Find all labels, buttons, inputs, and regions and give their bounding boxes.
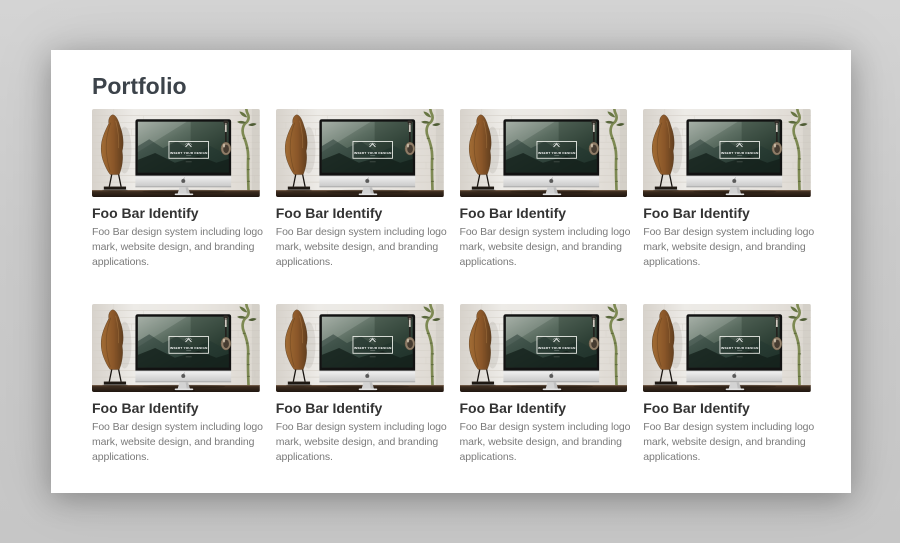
portfolio-item-title[interactable]: Foo Bar Identify xyxy=(276,205,444,222)
portfolio-grid: Foo Bar Identify Foo Bar design system i… xyxy=(92,109,811,465)
portfolio-thumbnail-link[interactable] xyxy=(460,304,628,392)
description-line: applications. xyxy=(460,450,628,465)
imac-mockup-image xyxy=(460,109,628,197)
imac-mockup-image xyxy=(643,304,811,392)
description-line: applications. xyxy=(92,450,260,465)
description-line: applications. xyxy=(460,255,628,270)
description-line: applications. xyxy=(643,450,811,465)
portfolio-item: Foo Bar Identify Foo Bar design system i… xyxy=(276,109,444,270)
portfolio-item: Foo Bar Identify Foo Bar design system i… xyxy=(460,109,628,270)
portfolio-item-description: Foo Bar design system including logomark… xyxy=(92,225,260,270)
portfolio-page: Portfolio Foo Bar Identify Foo Bar desig… xyxy=(51,50,851,493)
portfolio-thumbnail-link[interactable] xyxy=(276,304,444,392)
portfolio-item-title[interactable]: Foo Bar Identify xyxy=(460,400,628,417)
description-line: Foo Bar design system including logo xyxy=(92,420,260,435)
description-line: Foo Bar design system including logo xyxy=(643,420,811,435)
description-line: applications. xyxy=(643,255,811,270)
description-line: mark, website design, and branding xyxy=(92,240,260,255)
portfolio-item-title[interactable]: Foo Bar Identify xyxy=(460,205,628,222)
portfolio-item-description: Foo Bar design system including logomark… xyxy=(460,420,628,465)
description-line: Foo Bar design system including logo xyxy=(460,225,628,240)
description-line: mark, website design, and branding xyxy=(460,435,628,450)
portfolio-item: Foo Bar Identify Foo Bar design system i… xyxy=(643,304,811,465)
portfolio-item-title[interactable]: Foo Bar Identify xyxy=(92,400,260,417)
description-line: mark, website design, and branding xyxy=(460,240,628,255)
portfolio-thumbnail-link[interactable] xyxy=(92,109,260,197)
portfolio-item-title[interactable]: Foo Bar Identify xyxy=(276,400,444,417)
description-line: Foo Bar design system including logo xyxy=(643,225,811,240)
portfolio-item: Foo Bar Identify Foo Bar design system i… xyxy=(92,304,260,465)
description-line: applications. xyxy=(276,255,444,270)
portfolio-item-title[interactable]: Foo Bar Identify xyxy=(643,205,811,222)
imac-mockup-image xyxy=(276,304,444,392)
description-line: mark, website design, and branding xyxy=(276,240,444,255)
portfolio-item: Foo Bar Identify Foo Bar design system i… xyxy=(460,304,628,465)
portfolio-item-description: Foo Bar design system including logomark… xyxy=(460,225,628,270)
portfolio-item-description: Foo Bar design system including logomark… xyxy=(276,225,444,270)
description-line: mark, website design, and branding xyxy=(276,435,444,450)
page-title: Portfolio xyxy=(92,72,811,100)
description-line: applications. xyxy=(276,450,444,465)
imac-mockup-image xyxy=(276,109,444,197)
description-line: mark, website design, and branding xyxy=(92,435,260,450)
portfolio-item: Foo Bar Identify Foo Bar design system i… xyxy=(92,109,260,270)
portfolio-item-title[interactable]: Foo Bar Identify xyxy=(92,205,260,222)
portfolio-item-description: Foo Bar design system including logomark… xyxy=(276,420,444,465)
description-line: Foo Bar design system including logo xyxy=(276,420,444,435)
portfolio-item-description: Foo Bar design system including logomark… xyxy=(92,420,260,465)
description-line: mark, website design, and branding xyxy=(643,435,811,450)
description-line: Foo Bar design system including logo xyxy=(460,420,628,435)
description-line: mark, website design, and branding xyxy=(643,240,811,255)
description-line: Foo Bar design system including logo xyxy=(92,225,260,240)
imac-mockup-image xyxy=(92,304,260,392)
portfolio-item-description: Foo Bar design system including logomark… xyxy=(643,225,811,270)
portfolio-thumbnail-link[interactable] xyxy=(92,304,260,392)
portfolio-thumbnail-link[interactable] xyxy=(460,109,628,197)
portfolio-item-description: Foo Bar design system including logomark… xyxy=(643,420,811,465)
portfolio-thumbnail-link[interactable] xyxy=(276,109,444,197)
portfolio-item: Foo Bar Identify Foo Bar design system i… xyxy=(643,109,811,270)
description-line: applications. xyxy=(92,255,260,270)
portfolio-thumbnail-link[interactable] xyxy=(643,304,811,392)
imac-mockup-image xyxy=(92,109,260,197)
imac-mockup-image xyxy=(643,109,811,197)
description-line: Foo Bar design system including logo xyxy=(276,225,444,240)
portfolio-item: Foo Bar Identify Foo Bar design system i… xyxy=(276,304,444,465)
imac-mockup-image xyxy=(460,304,628,392)
portfolio-item-title[interactable]: Foo Bar Identify xyxy=(643,400,811,417)
portfolio-thumbnail-link[interactable] xyxy=(643,109,811,197)
